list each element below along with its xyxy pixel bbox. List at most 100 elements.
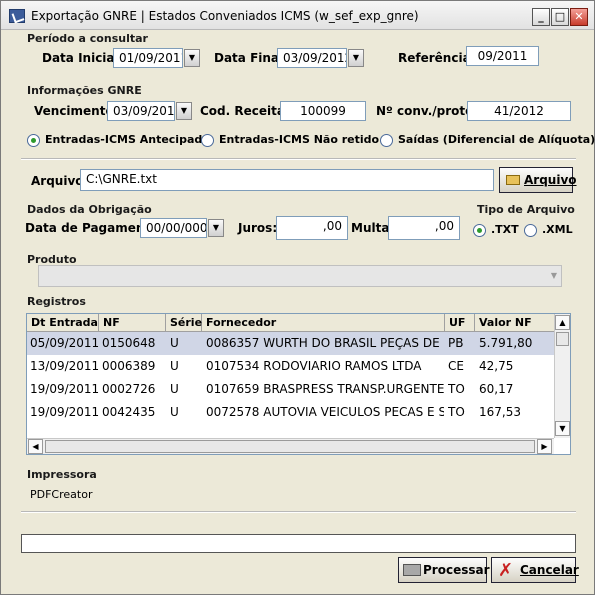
arquivo-button[interactable]: Arquivo [499, 167, 577, 193]
cell-nf: 0002726 [102, 382, 156, 396]
maximize-button[interactable]: □ [551, 8, 569, 26]
radio-txt-label: .TXT [491, 223, 519, 236]
col-fornecedor[interactable]: Fornecedor [202, 314, 445, 332]
impressora-value: PDFCreator [30, 488, 93, 501]
horizontal-scrollbar[interactable]: ◀ ▶ [27, 438, 554, 454]
radio-xml-label: .XML [542, 223, 573, 236]
data-final-field[interactable]: 03/09/2012 [277, 48, 347, 68]
cell-uf: TO [448, 382, 465, 396]
cell-serie: U [170, 336, 179, 350]
divider [21, 511, 576, 513]
juros-field[interactable]: ,00 [276, 216, 348, 240]
close-button[interactable]: ✕ [570, 8, 588, 26]
vencimento-label: Vencimento: [34, 104, 119, 118]
gnre-section-label: Informações GNRE [27, 84, 142, 97]
minimize-button[interactable]: _ [532, 8, 550, 26]
col-uf[interactable]: UF [445, 314, 475, 332]
data-pagamento-dropdown-icon[interactable]: ▼ [208, 219, 224, 237]
data-inicial-label: Data Inicial: [42, 51, 124, 65]
produto-dropdown[interactable]: ▼ [38, 265, 562, 287]
divider [21, 158, 576, 160]
cell-valor-nf: 167,53 [479, 405, 521, 419]
processar-label: Processar [423, 563, 490, 577]
folder-icon [506, 175, 520, 185]
cancelar-label: Cancelar [520, 563, 579, 577]
conv-field[interactable]: 41/2012 [467, 101, 571, 121]
cell-fornecedor: 0072578 AUTOVIA VEICULOS PECAS E SE [206, 405, 444, 419]
table-row[interactable]: 19/09/2011 0042435 U 0072578 AUTOVIA VEI… [27, 401, 555, 424]
cell-nf: 0006389 [102, 359, 156, 373]
cell-uf: CE [448, 359, 464, 373]
arquivo-button-label: Arquivo [524, 173, 577, 187]
registros-grid[interactable]: Dt Entrada NF Série Fornecedor UF Valor … [26, 313, 571, 455]
cell-nf: 0150648 [102, 336, 156, 350]
table-row[interactable]: 13/09/2011 0006389 U 0107534 RODOVIARIO … [27, 355, 555, 378]
cod-receita-label: Cod. Receita: [200, 104, 290, 118]
periodo-section-label: Período a consultar [27, 32, 148, 45]
cell-dt-entrada: 13/09/2011 [30, 359, 100, 373]
col-nf[interactable]: NF [99, 314, 166, 332]
cell-valor-nf: 5.791,80 [479, 336, 533, 350]
tipo-arquivo-section-label: Tipo de Arquivo [477, 203, 575, 216]
cell-dt-entrada: 05/09/2011 [30, 336, 100, 350]
multa-field[interactable]: ,00 [388, 216, 460, 240]
cell-serie: U [170, 382, 179, 396]
window-title: Exportação GNRE | Estados Conveniados IC… [31, 9, 419, 23]
cell-valor-nf: 60,17 [479, 382, 514, 396]
cell-valor-nf: 42,75 [479, 359, 514, 373]
table-row[interactable]: 19/09/2011 0002726 U 0107659 BRASPRESS T… [27, 378, 555, 401]
vencimento-dropdown-icon[interactable]: ▼ [176, 102, 192, 120]
radio-antecipado[interactable] [27, 134, 40, 147]
title-bar[interactable]: Exportação GNRE | Estados Conveniados IC… [1, 1, 594, 30]
app-icon [9, 9, 25, 23]
col-dt-entrada[interactable]: Dt Entrada [27, 314, 99, 332]
radio-xml[interactable] [524, 224, 537, 237]
registros-section-label: Registros [27, 295, 86, 308]
main-window: Exportação GNRE | Estados Conveniados IC… [0, 0, 595, 595]
radio-nao-retido-label: Entradas-ICMS Não retido [219, 133, 380, 146]
cell-fornecedor: 0107659 BRASPRESS TRANSP.URGENTE [206, 382, 444, 396]
hscroll-thumb[interactable] [45, 440, 535, 453]
cell-fornecedor: 0107534 RODOVIARIO RAMOS LTDA [206, 359, 422, 373]
cancelar-button[interactable]: ✗ Cancelar [491, 557, 579, 583]
referencia-label: Referência: [398, 51, 476, 65]
processar-button[interactable]: Processar [398, 557, 490, 583]
produto-chevron-down-icon: ▼ [550, 271, 557, 280]
col-valor-nf[interactable]: Valor NF [475, 314, 555, 332]
cell-serie: U [170, 405, 179, 419]
radio-saidas[interactable] [380, 134, 393, 147]
scroll-left-icon[interactable]: ◀ [28, 439, 43, 454]
data-pagamento-field[interactable]: 00/00/0000 [140, 218, 207, 238]
referencia-field[interactable]: 09/2011 [466, 46, 539, 66]
data-final-dropdown-icon[interactable]: ▼ [348, 49, 364, 67]
cell-serie: U [170, 359, 179, 373]
cell-uf: PB [448, 336, 464, 350]
table-row[interactable]: 05/09/2011 0150648 U 0086357 WURTH DO BR… [27, 332, 555, 355]
scroll-thumb[interactable] [556, 332, 569, 346]
process-icon [403, 564, 421, 576]
radio-nao-retido[interactable] [201, 134, 214, 147]
cell-uf: TO [448, 405, 465, 419]
cell-fornecedor: 0086357 WURTH DO BRASIL PEÇAS DE F [206, 336, 444, 350]
vencimento-field[interactable]: 03/09/2012 [107, 101, 175, 121]
radio-txt[interactable] [473, 224, 486, 237]
cell-dt-entrada: 19/09/2011 [30, 405, 100, 419]
cancel-x-icon: ✗ [498, 560, 514, 581]
scroll-down-icon[interactable]: ▼ [555, 421, 570, 436]
scroll-right-icon[interactable]: ▶ [537, 439, 552, 454]
obrigacao-section-label: Dados da Obrigação [27, 203, 152, 216]
radio-saidas-label: Saídas (Diferencial de Alíquota) [398, 133, 595, 146]
data-inicial-field[interactable]: 01/09/2011 [113, 48, 183, 68]
cell-dt-entrada: 19/09/2011 [30, 382, 100, 396]
vertical-scrollbar[interactable]: ▲ ▼ [554, 314, 570, 438]
radio-antecipado-label: Entradas-ICMS Antecipado [45, 133, 210, 146]
col-serie[interactable]: Série [166, 314, 202, 332]
cell-nf: 0042435 [102, 405, 156, 419]
cod-receita-field[interactable]: 100099 [280, 101, 366, 121]
data-inicial-dropdown-icon[interactable]: ▼ [184, 49, 200, 67]
juros-label: Juros: [238, 221, 278, 235]
progress-bar [21, 534, 576, 553]
scroll-up-icon[interactable]: ▲ [555, 315, 570, 330]
impressora-section-label: Impressora [27, 468, 97, 481]
arquivo-field[interactable]: C:\GNRE.txt [80, 169, 494, 191]
